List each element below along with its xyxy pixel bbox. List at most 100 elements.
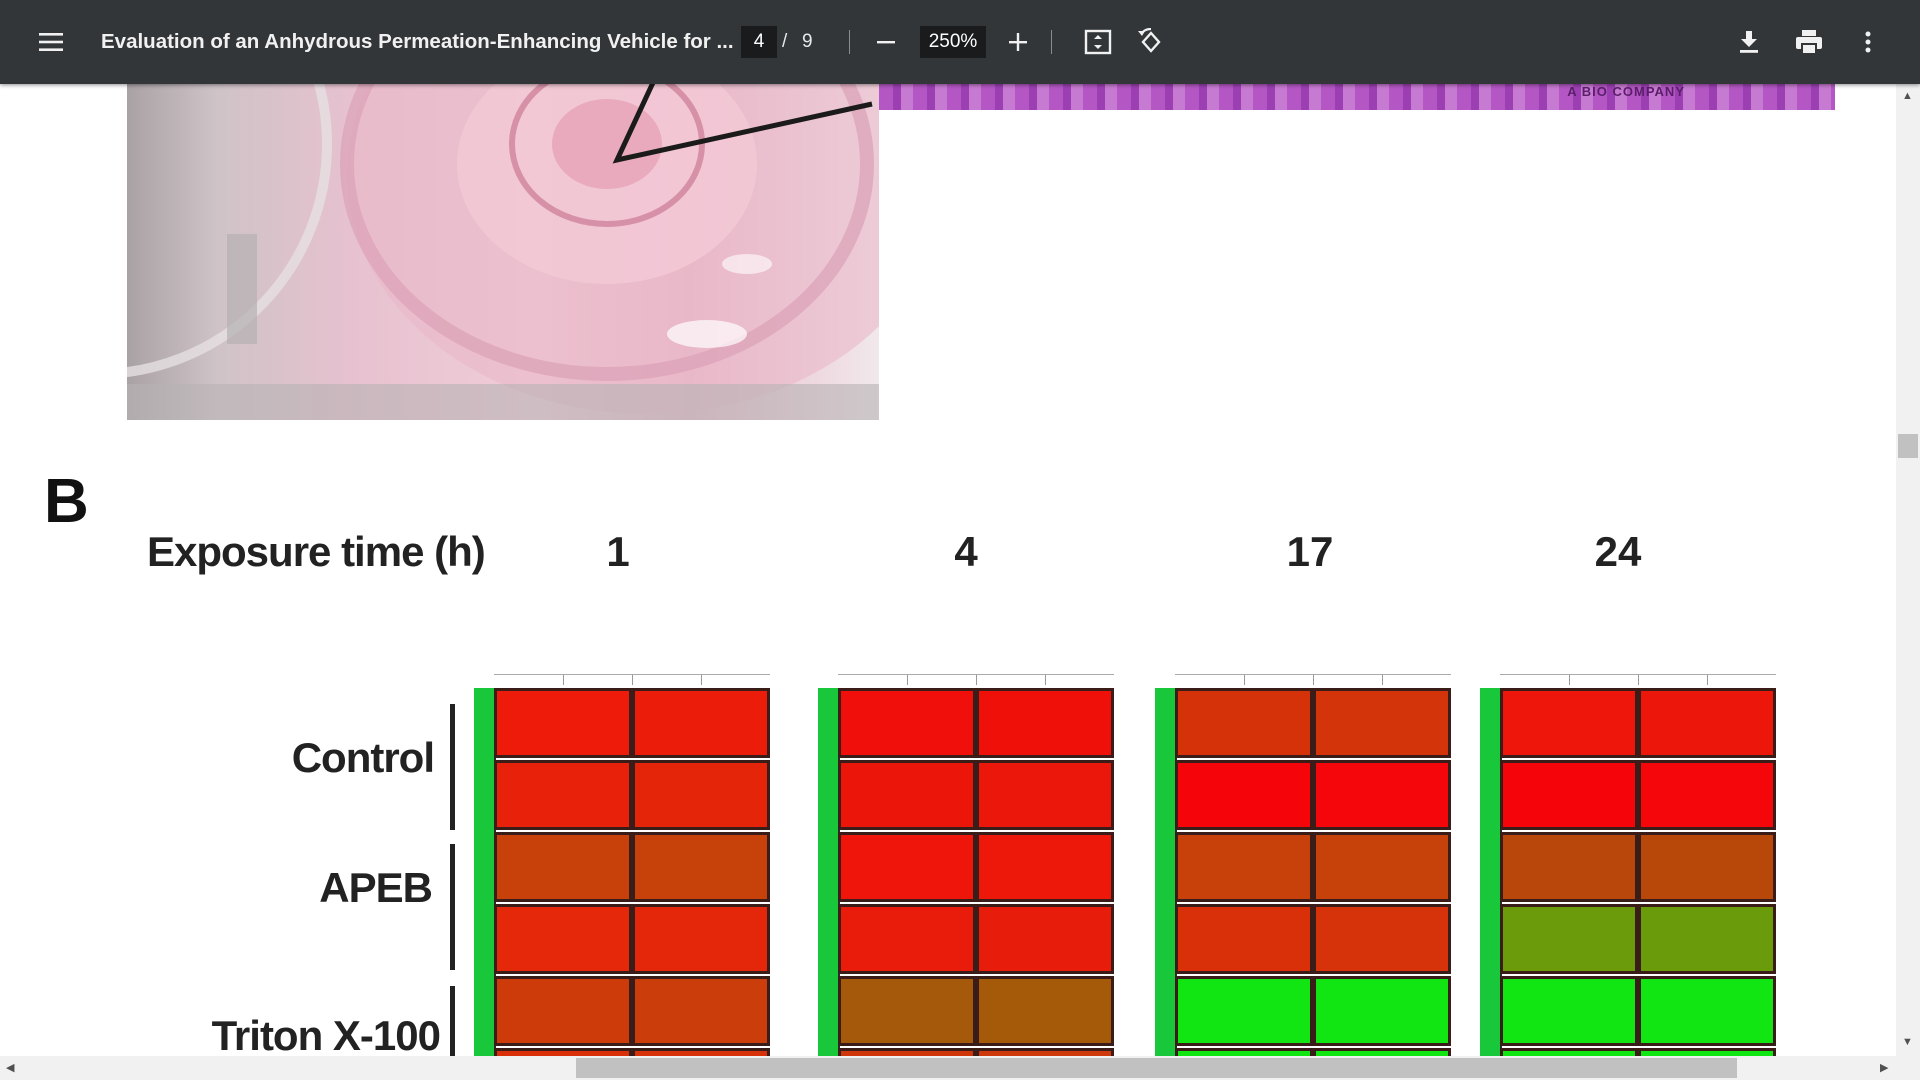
heatmap-cell xyxy=(632,904,770,974)
horizontal-scroll-thumb[interactable] xyxy=(576,1058,1737,1078)
heatmap-cell xyxy=(1175,976,1313,1046)
axis-tick xyxy=(1382,675,1383,685)
toolbar-divider xyxy=(1051,30,1052,54)
fit-page-button[interactable] xyxy=(1078,22,1118,62)
rotate-button[interactable] xyxy=(1131,22,1171,62)
zoom-in-button[interactable] xyxy=(998,22,1038,62)
heatmap-cell xyxy=(1313,688,1451,758)
heatmap-cell xyxy=(1638,1048,1776,1056)
heatmap-cell xyxy=(494,1048,632,1056)
menu-button[interactable] xyxy=(31,22,71,62)
heatmap-cell xyxy=(976,976,1114,1046)
vertical-scrollbar[interactable] xyxy=(1896,84,1920,1056)
panel-green-stripe xyxy=(1155,688,1177,1056)
heatmap-cell xyxy=(1638,760,1776,830)
heatmap-cell xyxy=(976,760,1114,830)
vertical-scroll-thumb[interactable] xyxy=(1898,434,1918,458)
heatmap-cell xyxy=(838,832,976,902)
heatmap-cell xyxy=(976,688,1114,758)
heatmap-cell xyxy=(1638,976,1776,1046)
row-bracket-apeb xyxy=(450,844,455,970)
heatmap-cell xyxy=(1500,976,1638,1046)
heatmap-cell xyxy=(976,1048,1114,1056)
heatmap-cell xyxy=(1313,760,1451,830)
heatmap-cell xyxy=(1638,832,1776,902)
time-label-17: 17 xyxy=(1286,528,1334,575)
total-pages: 9 xyxy=(802,31,813,52)
zoom-input[interactable]: 250% xyxy=(920,26,986,58)
page-number-input[interactable]: 4 xyxy=(741,26,777,58)
page-separator: / xyxy=(782,31,788,52)
heatmap-cell xyxy=(838,1048,976,1056)
heatmap-cell xyxy=(494,760,632,830)
heatmap-cell xyxy=(632,688,770,758)
figure-b: B Exposure time (h) 1 4 17 24 Control AP… xyxy=(0,84,1896,1056)
axis-tick xyxy=(1244,675,1245,685)
row-label-apeb: APEB xyxy=(319,864,433,911)
row-label-control: Control xyxy=(291,734,435,781)
heatmap-cell xyxy=(1175,760,1313,830)
heatmap-cell xyxy=(1175,904,1313,974)
time-label-24: 24 xyxy=(1594,528,1642,575)
pdf-page-view[interactable]: A BIO COMPANY B Exposure time (h) 1 4 17… xyxy=(0,84,1896,1056)
heatmap-cell xyxy=(1500,760,1638,830)
panel-tick-axis xyxy=(494,674,770,689)
exposure-time-label: Exposure time (h) xyxy=(147,528,486,575)
axis-tick xyxy=(701,675,702,685)
time-label-1: 1 xyxy=(606,528,630,575)
heatmap-cell xyxy=(1638,904,1776,974)
panel-green-stripe xyxy=(1480,688,1502,1056)
axis-tick xyxy=(907,675,908,685)
axis-tick xyxy=(1638,675,1639,685)
pdf-toolbar: Evaluation of an Anhydrous Permeation-En… xyxy=(0,0,1920,84)
axis-tick xyxy=(563,675,564,685)
row-label-triton: Triton X-100 xyxy=(211,1012,441,1056)
zoom-out-button[interactable] xyxy=(866,22,906,62)
more-options-button[interactable] xyxy=(1848,22,1888,62)
heatmap-cell xyxy=(1175,688,1313,758)
axis-tick xyxy=(1313,675,1314,685)
heatmap-cell xyxy=(1313,976,1451,1046)
download-icon xyxy=(1740,31,1758,53)
heatmap-panel-4h xyxy=(818,674,1114,1056)
zoom-in-icon xyxy=(1009,33,1027,51)
toolbar-divider xyxy=(849,30,850,54)
heatmap-cell xyxy=(838,976,976,1046)
print-button[interactable] xyxy=(1789,22,1829,62)
panel-tick-axis xyxy=(1175,674,1451,689)
scroll-right-arrow-icon[interactable]: ▶ xyxy=(1880,1062,1888,1074)
row-bracket-control xyxy=(450,704,455,830)
heatmap-panel-1h xyxy=(474,674,770,1056)
panel-green-stripe xyxy=(818,688,840,1056)
axis-tick xyxy=(1569,675,1570,685)
heatmap-cell xyxy=(976,904,1114,974)
download-button[interactable] xyxy=(1729,22,1769,62)
heatmap-cell xyxy=(838,760,976,830)
rotate-icon xyxy=(1138,28,1161,53)
heatmap-cell xyxy=(1500,832,1638,902)
heatmap-cell xyxy=(1313,832,1451,902)
heatmap-cell xyxy=(1500,904,1638,974)
heatmap-panel-24h xyxy=(1480,674,1776,1056)
print-icon xyxy=(1796,30,1822,55)
scroll-down-arrow-icon[interactable]: ▼ xyxy=(1902,1036,1913,1048)
axis-tick xyxy=(976,675,977,685)
row-bracket-triton xyxy=(450,986,455,1056)
more-icon xyxy=(1865,31,1871,53)
axis-tick xyxy=(632,675,633,685)
heatmap-cell xyxy=(1313,904,1451,974)
scroll-up-arrow-icon[interactable]: ▲ xyxy=(1902,90,1913,102)
heatmap-cell xyxy=(494,976,632,1046)
panel-tick-axis xyxy=(1500,674,1776,689)
heatmap-cell xyxy=(1638,688,1776,758)
heatmap-cell xyxy=(838,688,976,758)
time-label-4: 4 xyxy=(954,528,978,575)
heatmap-cell xyxy=(494,832,632,902)
heatmap-cell xyxy=(632,1048,770,1056)
heatmap-cell xyxy=(494,688,632,758)
document-title: Evaluation of an Anhydrous Permeation-En… xyxy=(101,30,734,53)
panel-green-stripe xyxy=(474,688,496,1056)
scroll-left-arrow-icon[interactable]: ◀ xyxy=(6,1062,14,1074)
heatmap-cell xyxy=(632,976,770,1046)
panel-tick-axis xyxy=(838,674,1114,689)
